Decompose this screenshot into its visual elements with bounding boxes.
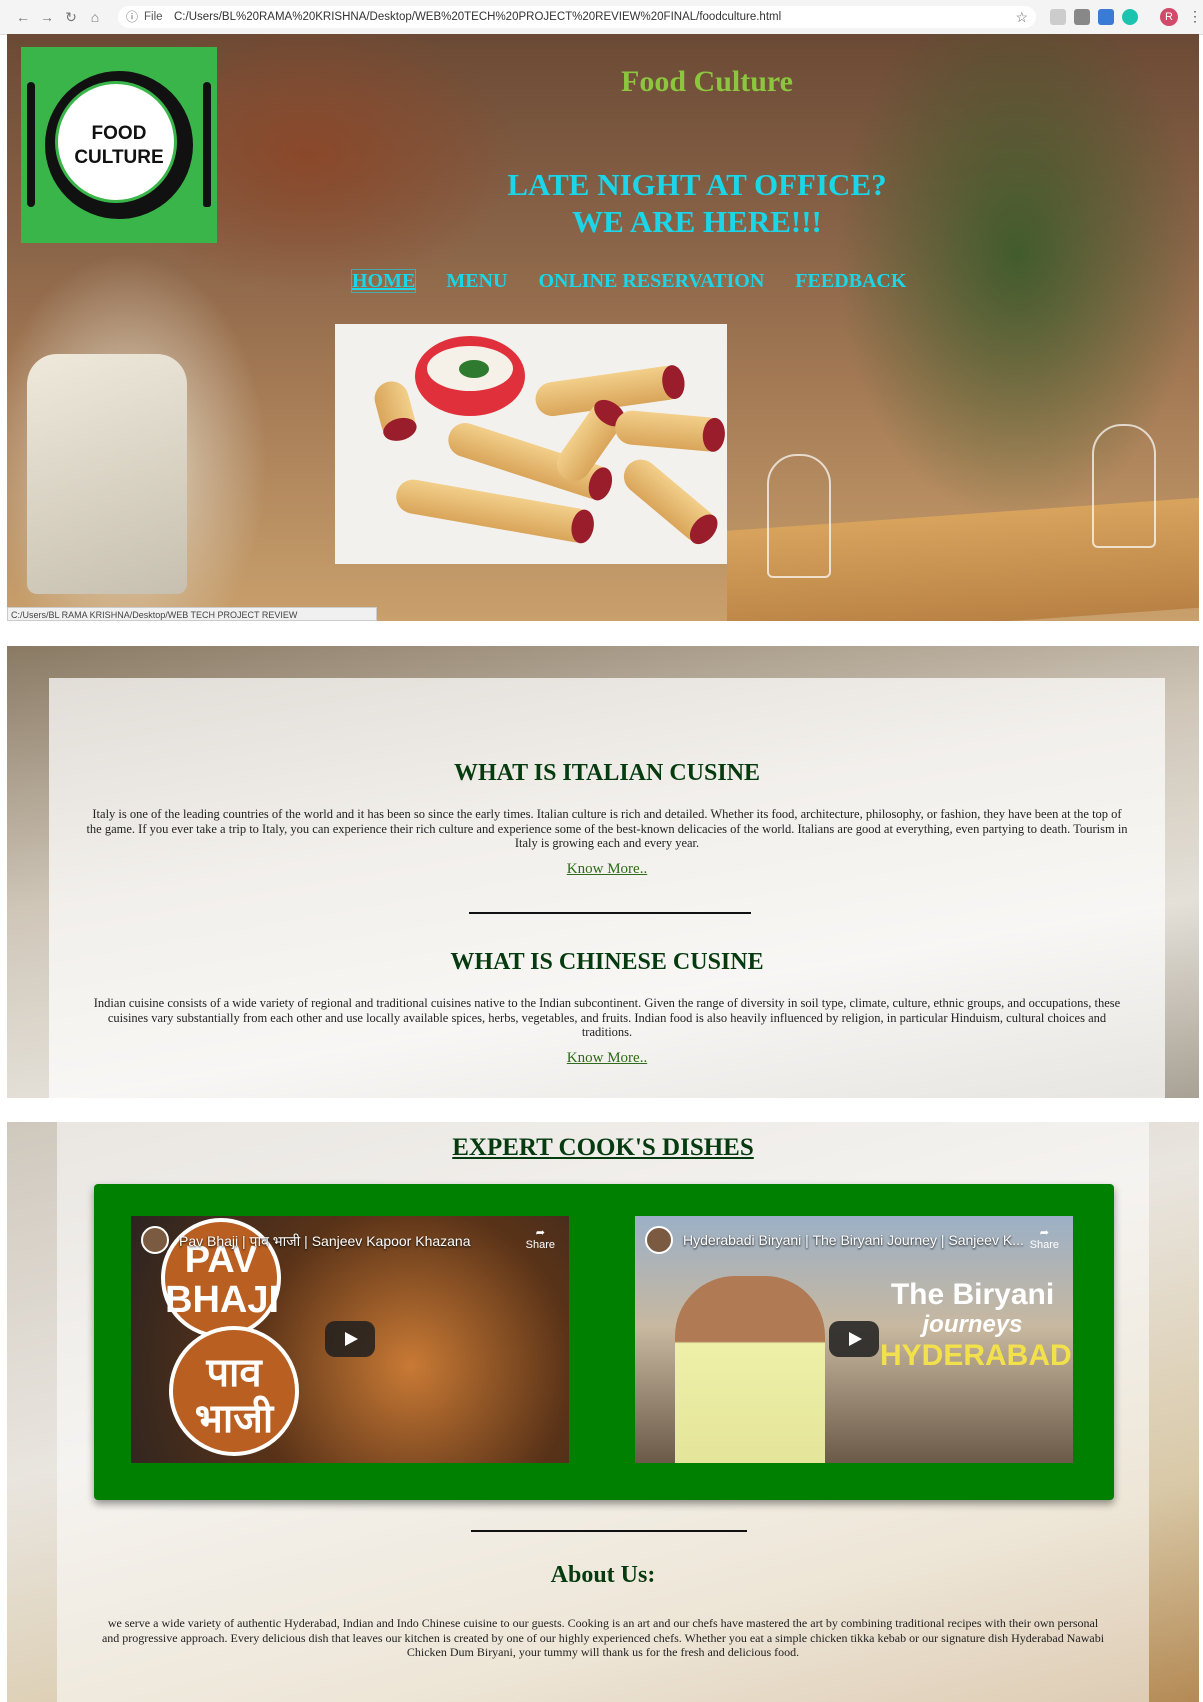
- dip-bowl: [415, 336, 525, 416]
- video-title[interactable]: Pav Bhaji | पाव भाजी | Sanjeev Kapoor Kh…: [179, 1232, 471, 1251]
- play-button[interactable]: [325, 1321, 375, 1357]
- fork-icon: [27, 82, 35, 207]
- share-button[interactable]: ➦ Share: [1030, 1226, 1059, 1251]
- italian-know-more-link[interactable]: Know More..: [49, 861, 1165, 878]
- share-label: Share: [525, 1239, 555, 1251]
- channel-avatar[interactable]: [645, 1226, 673, 1254]
- browser-status-bar: C:/Users/BL RAMA KRISHNA/Desktop/WEB TEC…: [7, 607, 377, 621]
- forward-icon[interactable]: →: [38, 8, 56, 26]
- nav-home[interactable]: HOME: [350, 269, 417, 293]
- profile-avatar[interactable]: R: [1160, 8, 1178, 26]
- extension-icon[interactable]: [1050, 9, 1066, 25]
- browser-toolbar: ← → ↻ ⌂ ⓘ File C:/Users/BL%20RAMA%20KRIS…: [0, 0, 1203, 35]
- video-pav-bhaji[interactable]: PAV BHAJI पाव भाजी Pav Bhaji | पाव भाजी …: [131, 1216, 569, 1463]
- extension-icon[interactable]: [1098, 9, 1114, 25]
- about-description: we serve a wide variety of authentic Hyd…: [101, 1616, 1105, 1659]
- chef-figure: [675, 1276, 825, 1463]
- nav-menu[interactable]: MENU: [446, 270, 507, 292]
- logo-text-line2: CULTURE: [74, 147, 164, 168]
- cuisine-section: WHAT IS ITALIAN CUSINE Italy is one of t…: [7, 646, 1199, 1098]
- featured-dish-image: [335, 324, 727, 564]
- background-glass: [767, 454, 831, 578]
- biryani-overlay-line1: The Biryani: [890, 1278, 1055, 1311]
- background-chair: [27, 354, 187, 594]
- hero-section: FOOD CULTURE Food Culture LATE NIGHT AT …: [7, 34, 1199, 621]
- divider: [471, 1530, 747, 1532]
- extension-icon[interactable]: [1074, 9, 1090, 25]
- home-icon[interactable]: ⌂: [86, 8, 104, 26]
- url-scheme: File: [144, 11, 163, 23]
- italian-description: Italy is one of the leading countries of…: [86, 807, 1128, 850]
- share-button[interactable]: ➦ Share: [526, 1226, 555, 1251]
- expert-section: EXPERT COOK'S DISHES PAV BHAJI पाव भाजी …: [7, 1122, 1199, 1702]
- about-title: About Us:: [550, 1562, 656, 1588]
- background-glass: [1092, 424, 1156, 548]
- chinese-description: Indian cuisine consists of a wide variet…: [93, 996, 1121, 1039]
- tagline: LATE NIGHT AT OFFICE? WE ARE HERE!!!: [467, 166, 927, 240]
- play-button[interactable]: [829, 1321, 879, 1357]
- cuisine-panel: WHAT IS ITALIAN CUSINE Italy is one of t…: [49, 678, 1165, 1098]
- browser-menu-icon[interactable]: ⋮: [1188, 8, 1202, 25]
- bookmark-star-icon[interactable]: ☆: [1015, 6, 1028, 28]
- logo-text-line1: FOOD: [91, 123, 147, 144]
- site-title: Food Culture: [621, 65, 793, 98]
- nav-feedback[interactable]: FEEDBACK: [795, 270, 906, 292]
- biryani-overlay: The Biryani journeys HYDERABAD: [880, 1278, 1072, 1374]
- url-text[interactable]: C:/Users/BL%20RAMA%20KRISHNA/Desktop/WEB…: [174, 6, 781, 28]
- video-container: PAV BHAJI पाव भाजी Pav Bhaji | पाव भाजी …: [94, 1184, 1114, 1500]
- plate-icon: FOOD CULTURE: [45, 71, 193, 219]
- knife-icon: [203, 82, 211, 207]
- italian-heading: WHAT IS ITALIAN CUSINE: [453, 760, 761, 786]
- biryani-overlay-line3: HYDERABAD: [880, 1339, 1072, 1372]
- chinese-know-more-link[interactable]: Know More..: [49, 1050, 1165, 1067]
- address-bar[interactable]: ⓘ File C:/Users/BL%20RAMA%20KRISHNA/Desk…: [118, 6, 1036, 28]
- video-biryani[interactable]: The Biryani journeys HYDERABAD Hyderabad…: [635, 1216, 1073, 1463]
- chinese-heading: WHAT IS CHINESE CUSINE: [450, 949, 764, 975]
- channel-avatar[interactable]: [141, 1226, 169, 1254]
- divider: [469, 912, 751, 914]
- reload-icon[interactable]: ↻: [62, 8, 80, 26]
- site-logo[interactable]: FOOD CULTURE: [21, 47, 217, 243]
- extension-icon[interactable]: [1122, 9, 1138, 25]
- nav-online-reservation[interactable]: ONLINE RESERVATION: [538, 270, 764, 292]
- biryani-overlay-line2: journeys: [922, 1311, 1023, 1338]
- tagline-line1: LATE NIGHT AT OFFICE?: [507, 167, 887, 202]
- info-icon[interactable]: ⓘ: [126, 6, 138, 28]
- share-label: Share: [1029, 1239, 1059, 1251]
- back-icon[interactable]: ←: [14, 8, 32, 26]
- video-title[interactable]: Hyderabadi Biryani | The Biryani Journey…: [683, 1232, 1024, 1248]
- tagline-line2: WE ARE HERE!!!: [572, 204, 822, 239]
- main-nav: HOME MENU ONLINE RESERVATION FEEDBACK: [350, 269, 932, 293]
- expert-title: EXPERT COOK'S DISHES: [452, 1134, 754, 1161]
- pav-bhaji-hindi-badge: पाव भाजी: [169, 1326, 299, 1456]
